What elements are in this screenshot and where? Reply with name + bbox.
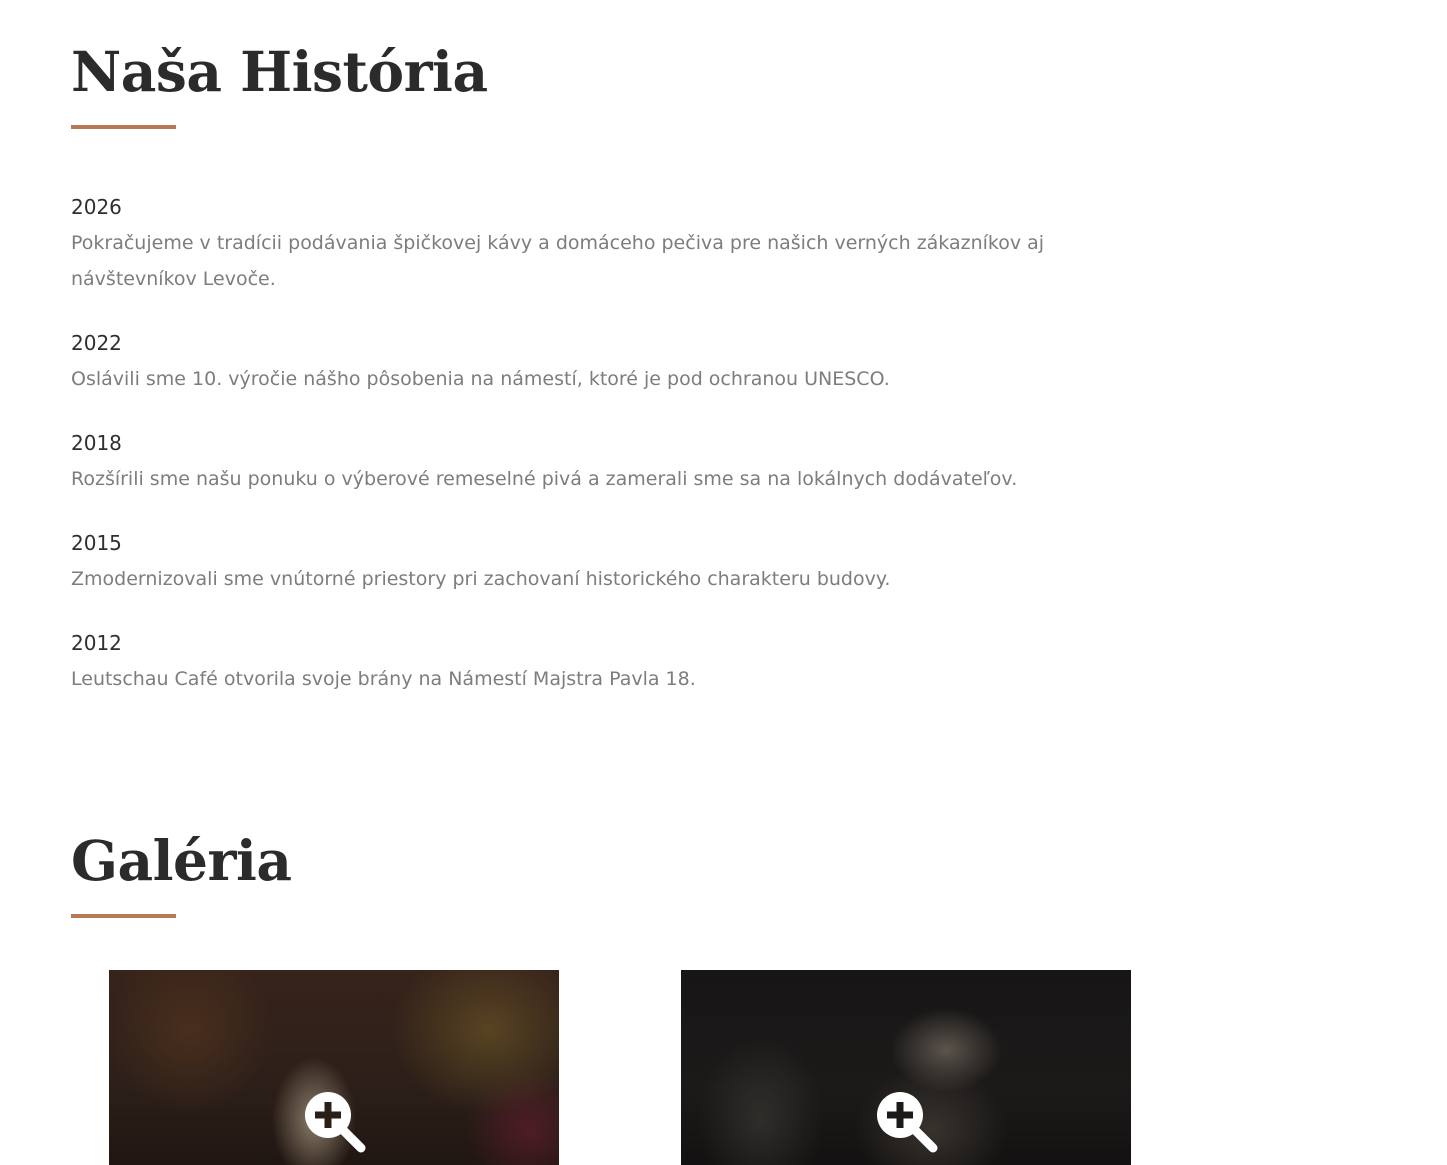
timeline-year: 2015	[71, 531, 122, 555]
gallery-title: Galéria	[71, 828, 292, 893]
zoom-in-icon[interactable]	[301, 1088, 367, 1154]
timeline-entry: 2022 Oslávili sme 10. výročie nášho pôso…	[71, 325, 1171, 397]
timeline-year: 2012	[71, 631, 122, 655]
history-section: Naša História 2026 Pokračujeme v tradíci…	[71, 36, 1171, 725]
timeline-text: Rozšírili sme našu ponuku o výberové rem…	[71, 468, 1018, 490]
gallery-title-underline	[71, 914, 176, 918]
timeline-year: 2022	[71, 331, 122, 355]
timeline-text: Oslávili sme 10. výročie nášho pôsobenia…	[71, 368, 890, 390]
gallery-section: Galéria	[71, 825, 1171, 918]
history-title-underline	[71, 125, 176, 129]
history-title: Naša História	[71, 39, 488, 104]
timeline-entry: 2015 Zmodernizovali sme vnútorné priesto…	[71, 525, 1171, 597]
timeline-entry: 2012 Leutschau Café otvorila svoje brány…	[71, 625, 1171, 697]
zoom-in-icon[interactable]	[873, 1088, 939, 1154]
timeline-text: Pokračujeme v tradícii podávania špičkov…	[71, 232, 1045, 290]
gallery-item-coffee-brewers[interactable]	[681, 970, 1131, 1165]
timeline-entry: 2026 Pokračujeme v tradícii podávania šp…	[71, 189, 1171, 297]
timeline-entry: 2018 Rozšírili sme našu ponuku o výberov…	[71, 425, 1171, 497]
timeline-year: 2026	[71, 195, 122, 219]
timeline-year: 2018	[71, 431, 122, 455]
timeline-text: Zmodernizovali sme vnútorné priestory pr…	[71, 568, 891, 590]
gallery-item-iced-coffee[interactable]	[109, 970, 559, 1165]
history-timeline: 2026 Pokračujeme v tradícii podávania šp…	[71, 189, 1171, 697]
timeline-text: Leutschau Café otvorila svoje brány na N…	[71, 668, 696, 690]
